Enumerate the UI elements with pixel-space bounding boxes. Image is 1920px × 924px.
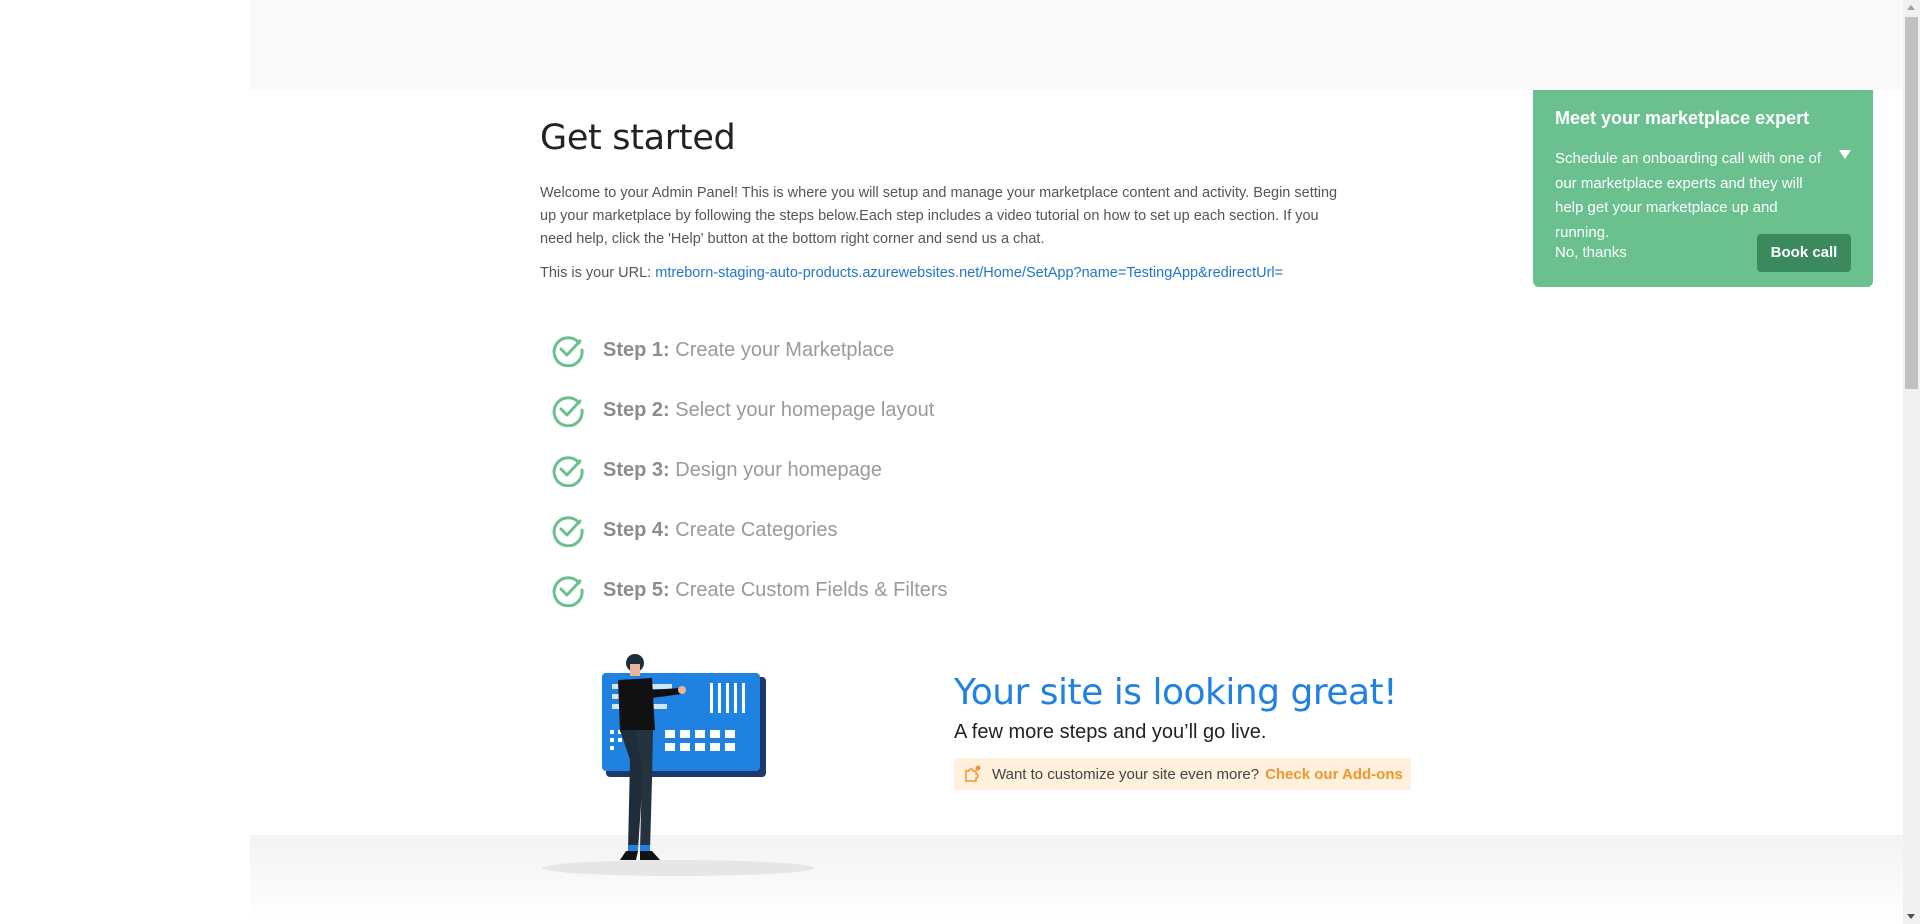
step-prefix: Step 1: — [603, 338, 670, 361]
step-item-5[interactable]: Step 5: Create Custom Fields & Filters — [551, 573, 948, 607]
step-item-3[interactable]: Step 3: Design your homepage — [551, 453, 948, 487]
go-live-promo: Your site is looking great! A few more s… — [954, 672, 1411, 790]
url-line: This is your URL: mtreborn-staging-auto-… — [540, 265, 1360, 281]
step-item-2[interactable]: Step 2: Select your homepage layout — [551, 393, 948, 427]
step-item-1[interactable]: Step 1: Create your Marketplace — [551, 333, 948, 367]
main-content: Get started Welcome to your Admin Panel!… — [540, 118, 1360, 281]
step-text: Step 2: Select your homepage layout — [603, 399, 934, 422]
promo-subline: A few more steps and you’ll go live. — [954, 721, 1267, 743]
check-circle-icon — [552, 576, 584, 607]
step-label: Create your Marketplace — [675, 338, 895, 361]
step-text: Step 1: Create your Marketplace — [603, 339, 894, 362]
url-label: This is your URL: — [540, 265, 652, 281]
bottom-footer-band — [250, 835, 1903, 924]
scroll-thumb[interactable] — [1905, 17, 1918, 389]
marketplace-url-link[interactable]: mtreborn-staging-auto-products.azurewebs… — [655, 265, 1283, 281]
caret-down-icon[interactable] — [1839, 150, 1851, 159]
check-circle-icon — [552, 516, 584, 547]
step-prefix: Step 3: — [603, 458, 670, 481]
step-text: Step 3: Design your homepage — [603, 459, 882, 482]
person-dashboard-illustration — [542, 654, 814, 876]
step-item-4[interactable]: Step 4: Create Categories — [551, 513, 948, 547]
top-header-band — [250, 0, 1903, 90]
step-label: Design your homepage — [675, 458, 883, 481]
puzzle-icon — [965, 765, 981, 782]
step-text: Step 5: Create Custom Fields & Filters — [603, 579, 948, 602]
promo-headline: Your site is looking great! — [954, 672, 1398, 713]
step-label: Create Custom Fields & Filters — [675, 578, 948, 601]
expert-panel-title: Meet your marketplace expert — [1555, 108, 1810, 128]
step-prefix: Step 4: — [603, 518, 670, 541]
scroll-up-icon[interactable] — [1907, 5, 1915, 10]
step-label: Select your homepage layout — [675, 398, 935, 421]
left-sidebar-area — [0, 0, 250, 924]
step-prefix: Step 2: — [603, 398, 670, 421]
addon-banner: Want to customize your site even more? C… — [954, 758, 1411, 790]
check-circle-icon — [552, 396, 584, 427]
vertical-scrollbar[interactable] — [1903, 0, 1920, 924]
step-text: Step 4: Create Categories — [603, 519, 838, 542]
step-label: Create Categories — [675, 518, 838, 541]
check-circle-icon — [552, 456, 584, 487]
steps-list: Step 1: Create your Marketplace Step 2: … — [551, 333, 948, 633]
book-call-button[interactable]: Book call — [1757, 234, 1851, 272]
marketplace-expert-panel: Meet your marketplace expert Schedule an… — [1533, 90, 1873, 287]
step-prefix: Step 5: — [603, 578, 670, 601]
addon-text: Want to customize your site even more? — [992, 765, 1260, 783]
addons-link[interactable]: Check our Add-ons — [1265, 766, 1403, 783]
scroll-down-icon[interactable] — [1907, 914, 1915, 919]
expert-panel-body: Schedule an onboarding call with one of … — [1555, 150, 1822, 241]
page-title: Get started — [540, 118, 736, 158]
intro-text: Welcome to your Admin Panel! This is whe… — [540, 185, 1338, 247]
check-circle-icon — [552, 336, 584, 367]
no-thanks-button[interactable]: No, thanks — [1555, 244, 1627, 261]
